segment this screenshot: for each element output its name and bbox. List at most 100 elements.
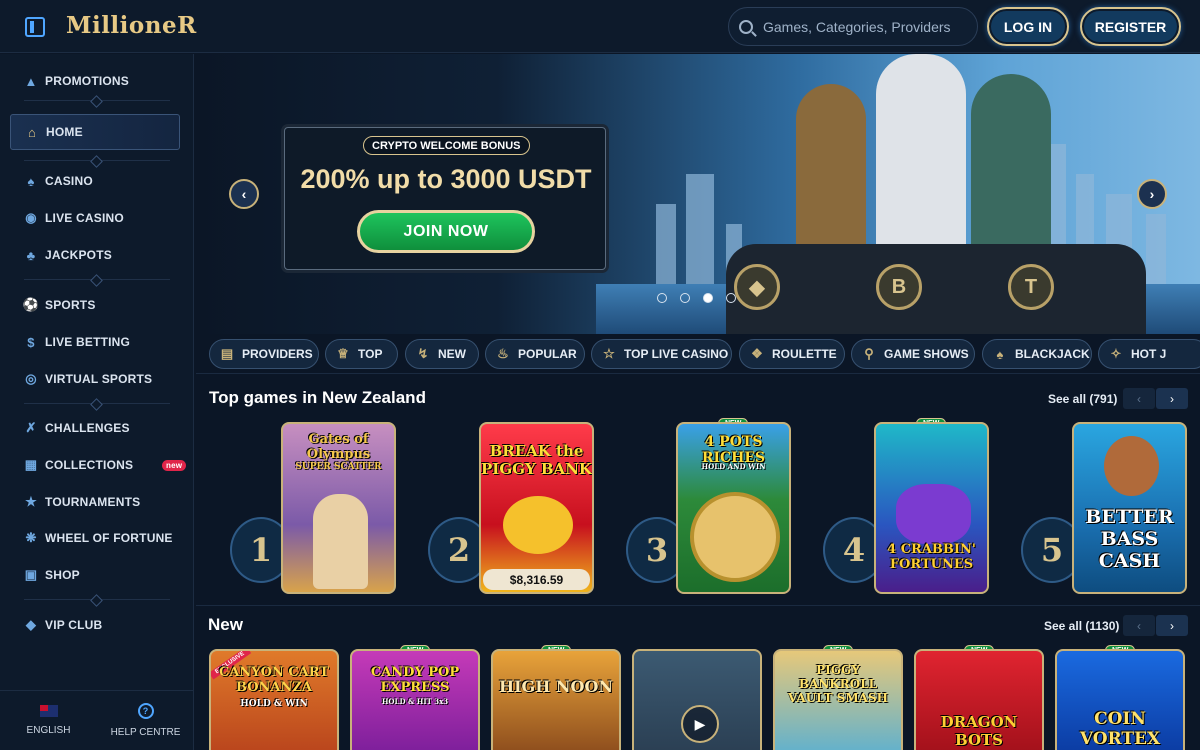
megaphone-icon: ▲ <box>24 73 38 89</box>
sidebar-item-sports[interactable]: ⚽ SPORTS <box>10 287 180 323</box>
microphone-icon: ⚲ <box>864 346 874 361</box>
sidebar-item-vip-club[interactable]: ◆ VIP CLUB <box>10 607 180 643</box>
sidebar-item-live-casino[interactable]: ◉ LIVE CASINO <box>10 200 180 236</box>
language-selector[interactable]: ENGLISH <box>0 691 97 750</box>
tab-label: ROULETTE <box>772 347 837 361</box>
game-title: BETTER BASS CASH <box>1085 506 1174 572</box>
tab-blackjack[interactable]: ♠ BLACKJACK <box>982 339 1092 369</box>
banner-prev-button[interactable]: ‹ <box>229 179 259 209</box>
swords-icon: ✗ <box>25 420 37 435</box>
cards-icon: ♠ <box>996 346 1004 362</box>
game-card-break-the-piggy-bank[interactable]: BREAK the PIGGY BANK $8,316.59 <box>479 422 594 594</box>
carousel-dots <box>657 293 736 303</box>
sidebar-toggle-icon[interactable] <box>25 17 45 37</box>
tab-label: POPULAR <box>518 347 577 361</box>
tab-top-live-casino[interactable]: ☆ TOP LIVE CASINO <box>591 339 732 369</box>
top-games-next-button[interactable]: › <box>1156 388 1188 409</box>
sidebar-divider <box>24 279 170 280</box>
game-subtitle: HOLD AND WIN <box>701 462 766 471</box>
carousel-dot-active[interactable] <box>703 293 713 303</box>
sidebar-divider <box>24 599 170 600</box>
sidebar-item-label: LIVE BETTING <box>45 335 131 349</box>
tab-label: TOP <box>358 347 383 361</box>
tab-roulette[interactable]: ❖ ROULETTE <box>739 339 845 369</box>
sidebar-item-wheel-of-fortune[interactable]: ❋ WHEEL OF FORTUNE <box>10 520 180 556</box>
see-all-top-games-link[interactable]: See all (791) <box>1048 392 1117 406</box>
sidebar-item-live-betting[interactable]: $ LIVE BETTING <box>10 324 180 360</box>
sidebar-item-home[interactable]: ⌂ HOME <box>10 114 180 150</box>
sidebar-item-collections[interactable]: ▦ COLLECTIONS new <box>10 447 187 483</box>
fire-icon: ♨ <box>497 346 509 361</box>
game-card-high-noon[interactable]: HIGH NOON <box>491 649 621 750</box>
tab-hot-jackpots[interactable]: ✧ HOT J <box>1098 339 1200 369</box>
new-games-next-button[interactable]: › <box>1156 615 1188 636</box>
game-card-candy-pop-express[interactable]: CANDY POP EXPRESS HOLD & HIT 3x3 <box>350 649 480 750</box>
tab-new[interactable]: ↯ NEW <box>405 339 479 369</box>
trophy-icon: ★ <box>25 494 37 509</box>
game-card-gates-of-olympus[interactable]: Gates of Olympus SUPER SCATTER <box>281 422 396 594</box>
fisherman-image <box>1104 436 1159 496</box>
crab-image <box>896 484 971 544</box>
game-title: BREAK the PIGGY BANK <box>481 442 592 478</box>
top-header: MillioneR LOG IN REGISTER <box>0 0 1200 53</box>
chevron-right-icon: › <box>1170 618 1174 633</box>
search-input[interactable] <box>763 18 963 35</box>
game-title: PIGGY BANKROLL VAULT SMASH <box>788 663 888 705</box>
new-games-prev-button[interactable]: ‹ <box>1123 615 1155 636</box>
game-card-better-bass-cash[interactable]: BETTER BASS CASH <box>1072 422 1187 594</box>
tab-label: TOP LIVE CASINO <box>624 347 729 361</box>
sidebar-item-promotions[interactable]: ▲ PROMOTIONS <box>10 63 180 99</box>
banner-next-button[interactable]: › <box>1137 179 1167 209</box>
help-centre-link[interactable]: ? HELP CENTRE <box>97 691 194 750</box>
tab-popular[interactable]: ♨ POPULAR <box>485 339 585 369</box>
tab-providers[interactable]: ▤ PROVIDERS <box>209 339 319 369</box>
sidebar-item-label: CASINO <box>45 174 93 188</box>
chevron-left-icon: ‹ <box>241 186 247 202</box>
woman-left-figure <box>796 84 866 254</box>
zeus-figure <box>313 494 368 589</box>
tab-top[interactable]: ♕ TOP <box>325 339 398 369</box>
register-button[interactable]: REGISTER <box>1080 7 1181 46</box>
clover-icon: ♣ <box>26 247 36 263</box>
join-now-button[interactable]: JOIN NOW <box>357 210 535 253</box>
game-card-4-crabbin-fortunes[interactable]: 4 CRABBIN' FORTUNES <box>874 422 989 594</box>
tab-game-shows[interactable]: ⚲ GAME SHOWS <box>851 339 975 369</box>
carousel-dot[interactable] <box>657 293 667 303</box>
brand-logo[interactable]: MillioneR <box>66 12 197 39</box>
collections-icon: ▦ <box>24 457 38 472</box>
sidebar-divider <box>24 160 170 161</box>
see-all-new-link[interactable]: See all (1130) <box>1044 619 1119 633</box>
globe-icon: ◎ <box>25 371 37 386</box>
carousel-dot[interactable] <box>726 293 736 303</box>
section-title-new: New <box>208 615 243 634</box>
live-casino-icon: ◉ <box>25 210 37 225</box>
carousel-dot[interactable] <box>680 293 690 303</box>
game-card-mystery[interactable]: ▶ <box>632 649 762 750</box>
login-button[interactable]: LOG IN <box>987 7 1069 46</box>
car-image <box>726 244 1146 334</box>
sidebar-item-virtual-sports[interactable]: ◎ VIRTUAL SPORTS <box>10 361 180 397</box>
casino-chip-icon: ♠ <box>27 173 35 189</box>
game-subtitle: HOLD & HIT 3x3 <box>381 697 449 706</box>
sidebar-item-label: WHEEL OF FORTUNE <box>45 531 173 545</box>
new-badge: new <box>162 459 187 471</box>
sidebar-item-shop[interactable]: ▣ SHOP <box>10 557 180 593</box>
game-card-dragon-bots[interactable]: DRAGON BOTS <box>914 649 1044 750</box>
sidebar-item-casino[interactable]: ♠ CASINO <box>10 163 180 199</box>
sidebar-item-jackpots[interactable]: ♣ JACKPOTS <box>10 237 180 273</box>
shop-icon: ▣ <box>24 567 38 582</box>
game-card-coin-vortex[interactable]: COIN VORTEX <box>1055 649 1185 750</box>
game-card-piggy-bankroll[interactable]: PIGGY BANKROLL VAULT SMASH <box>773 649 903 750</box>
game-card-canyon-cart-bonanza[interactable]: EXCLUSIVE CANYON CART BONANZA HOLD & WIN <box>209 649 339 750</box>
sidebar-divider <box>24 403 170 404</box>
play-icon[interactable]: ▶ <box>681 705 719 743</box>
game-card-4-pots-riches[interactable]: 4 POTS RICHES HOLD AND WIN <box>676 422 791 594</box>
bitcoin-coin-icon: B <box>876 264 922 310</box>
search-box[interactable] <box>728 7 978 46</box>
section-divider <box>196 605 1200 606</box>
sidebar-item-challenges[interactable]: ✗ CHALLENGES <box>10 410 180 446</box>
sidebar-item-label: HOME <box>46 125 83 139</box>
top-games-prev-button[interactable]: ‹ <box>1123 388 1155 409</box>
sidebar-item-tournaments[interactable]: ★ TOURNAMENTS <box>10 484 180 520</box>
promo-banner[interactable]: ◆ B T CRYPTO WELCOME BONUS 200% up to 30… <box>196 54 1200 334</box>
